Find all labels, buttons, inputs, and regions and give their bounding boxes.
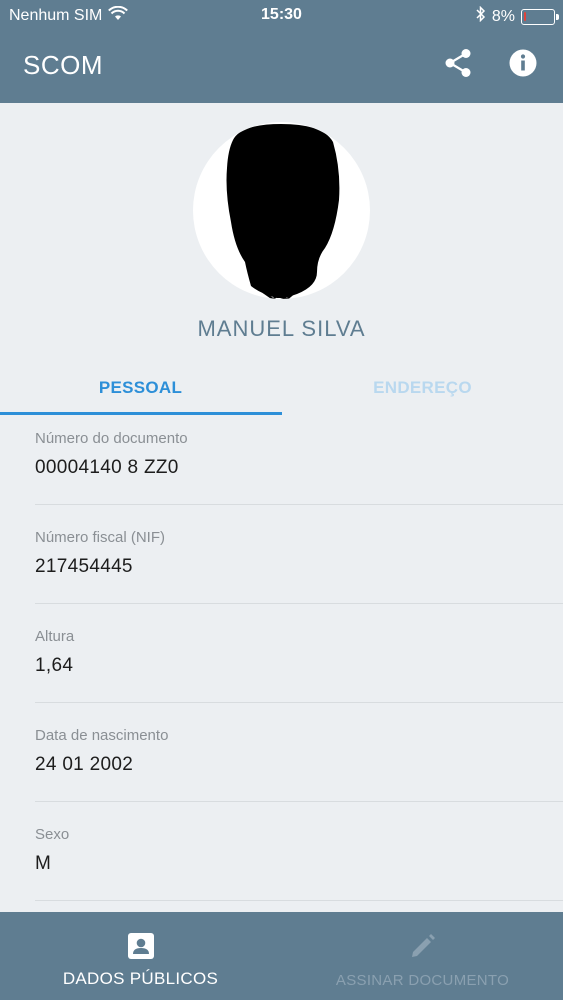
- nav-label: ASSINAR DOCUMENTO: [335, 972, 510, 989]
- divider: [35, 702, 563, 703]
- divider: [35, 900, 563, 901]
- field-nif: Número fiscal (NIF) 217454445: [0, 515, 563, 614]
- field-label: Sexo: [35, 826, 70, 843]
- tab-bar: PESSOAL ENDEREÇO: [0, 370, 563, 416]
- field-data-nascimento: Data de nascimento 24 01 2002: [0, 713, 563, 812]
- person-silhouette-icon: [226, 124, 340, 299]
- nav-dados-publicos[interactable]: DADOS PÚBLICOS: [0, 912, 281, 1000]
- nav-assinar-documento[interactable]: ASSINAR DOCUMENTO: [282, 912, 563, 1000]
- tab-indicator: [0, 412, 282, 415]
- divider: [35, 504, 563, 505]
- status-right: 8%: [476, 5, 559, 27]
- info-button[interactable]: [507, 49, 539, 81]
- profile-name: MANUEL SILVA: [197, 316, 366, 341]
- info-icon: [508, 48, 538, 83]
- bottom-navigation: DADOS PÚBLICOS ASSINAR DOCUMENTO: [0, 912, 563, 1000]
- battery-percent: 8%: [491, 7, 515, 25]
- field-value: 24 01 2002: [35, 754, 134, 775]
- battery-icon: [521, 8, 559, 25]
- field-label: Número fiscal (NIF): [35, 529, 166, 546]
- avatar: [193, 122, 370, 299]
- tab-pessoal[interactable]: PESSOAL: [0, 370, 281, 416]
- field-value: 1,64: [35, 655, 74, 676]
- status-bar: Nenhum SIM 15:30 8%: [0, 0, 563, 30]
- divider: [35, 801, 563, 802]
- field-label: Número do documento: [35, 430, 188, 447]
- nav-label: DADOS PÚBLICOS: [62, 969, 219, 988]
- app-title: SCOM: [23, 50, 103, 80]
- field-numero-documento: Número do documento 00004140 8 ZZ0: [0, 416, 563, 515]
- battery-level: [524, 11, 526, 21]
- pencil-icon: [282, 933, 563, 959]
- share-button[interactable]: [442, 48, 474, 83]
- field-label: Altura: [35, 628, 75, 645]
- field-altura: Altura 1,64: [0, 614, 563, 713]
- app-header: Nenhum SIM 15:30 8% SCOM: [0, 0, 563, 103]
- field-value: M: [35, 853, 52, 874]
- id-card-icon: [0, 933, 281, 959]
- share-icon: [444, 48, 472, 83]
- field-value: 00004140 8 ZZ0: [35, 457, 179, 478]
- bluetooth-icon: [476, 5, 486, 27]
- field-value: 217454445: [35, 556, 133, 577]
- divider: [35, 603, 563, 604]
- tab-endereco[interactable]: ENDEREÇO: [282, 370, 563, 416]
- field-sexo: Sexo M: [0, 812, 563, 911]
- field-label: Data de nascimento: [35, 727, 169, 744]
